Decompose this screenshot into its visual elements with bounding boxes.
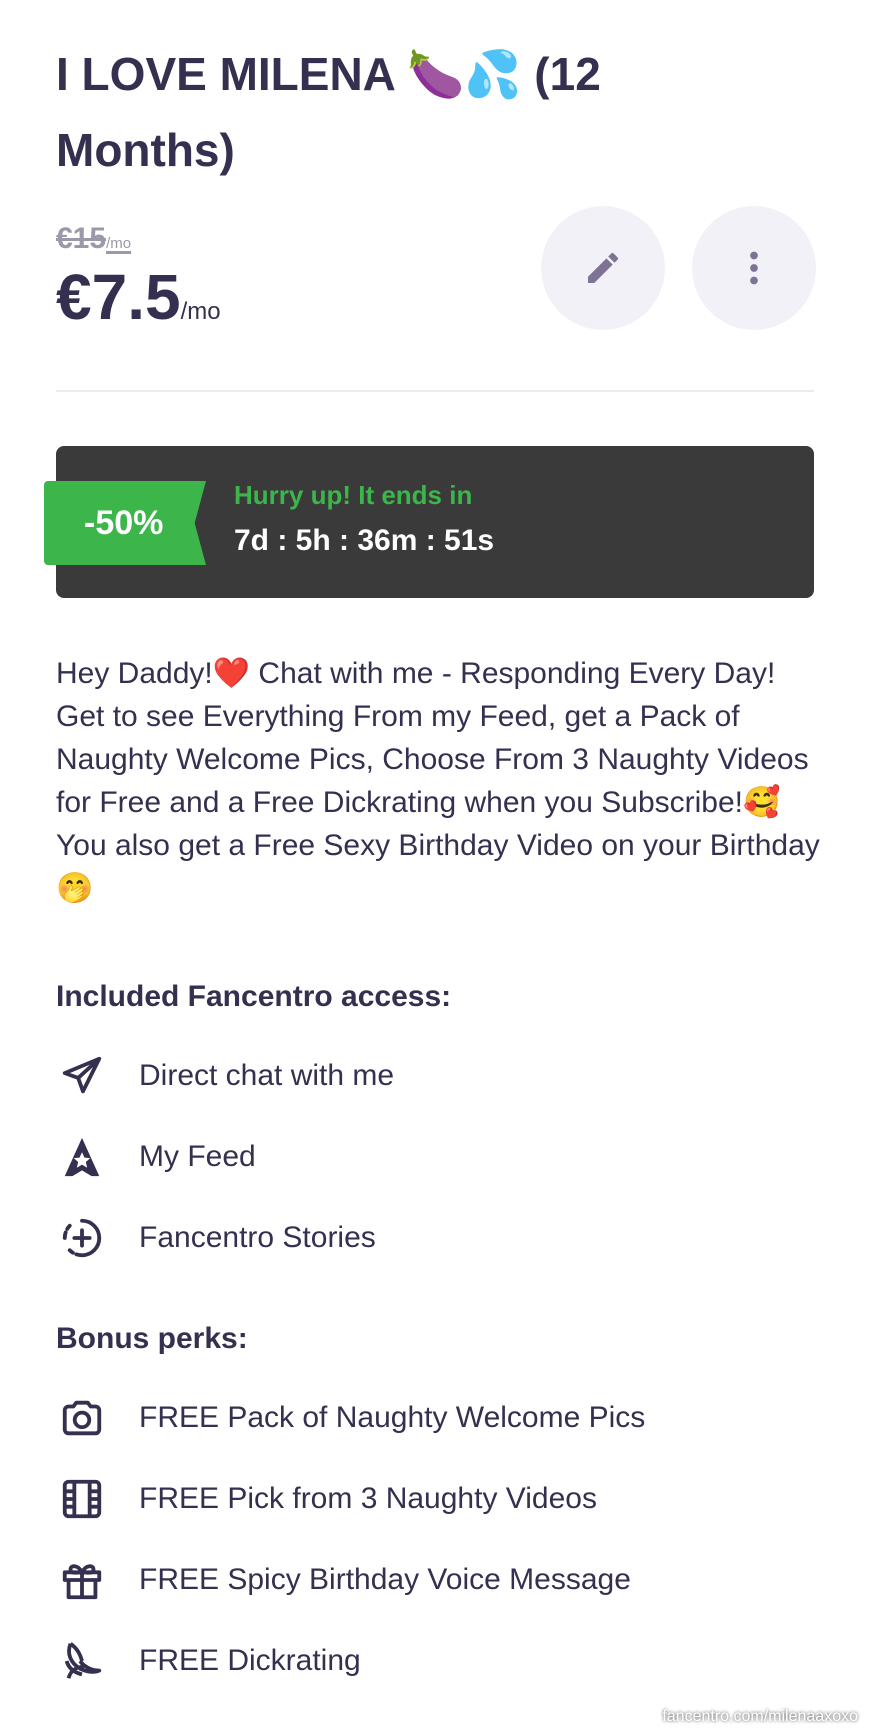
access-item-label: Direct chat with me [139,1059,395,1092]
access-item-label: Fancentro Stories [139,1221,376,1254]
access-item: My Feed [56,1129,256,1185]
camera-icon [56,1392,108,1444]
story-plus-icon [56,1212,108,1264]
pencil-icon [588,252,619,283]
perk-item-label: FREE Pick from 3 Naughty Videos [139,1482,597,1515]
perks-section-title: Bonus perks: [56,1322,248,1355]
banana-icon [56,1635,108,1687]
divider [56,390,814,392]
access-item: Fancentro Stories [56,1210,376,1266]
star-badge-icon [56,1131,108,1183]
original-price-unit: /mo [106,235,132,252]
watermark: fancentro.com/milenaaxoxo [662,1708,858,1725]
paper-plane-icon [56,1050,108,1102]
more-vertical-icon [750,251,758,285]
current-price-value: €7.5 [56,261,181,333]
perk-item-label: FREE Spicy Birthday Voice Message [139,1563,631,1596]
perk-item-label: FREE Dickrating [139,1644,361,1677]
discount-badge: -50% [44,481,206,565]
perk-item: FREE Dickrating [56,1633,361,1689]
perk-item: FREE Pack of Naughty Welcome Pics [56,1390,645,1446]
perk-item-label: FREE Pack of Naughty Welcome Pics [139,1401,646,1434]
promo-countdown: 7d : 5h : 36m : 51s [234,524,495,557]
perk-item: FREE Spicy Birthday Voice Message [56,1552,631,1608]
gift-icon [56,1554,108,1606]
promo-hurry-text: Hurry up! It ends in [234,480,473,510]
film-icon [56,1473,108,1525]
more-options-button[interactable] [692,206,816,330]
access-section-title: Included Fancentro access: [56,980,452,1013]
plan-title: I LOVE MILENA 🍆💦 (12 Months) [56,48,601,176]
original-price-value: €15 [56,222,107,255]
access-item-label: My Feed [139,1140,256,1173]
original-price: €15/mo [56,222,131,256]
perk-item: FREE Pick from 3 Naughty Videos [56,1471,597,1527]
edit-button[interactable] [541,206,665,330]
access-item: Direct chat with me [56,1048,394,1104]
current-price: €7.5/mo [56,262,221,347]
plan-description: Hey Daddy!❤️ Chat with me - Responding E… [56,657,820,905]
current-price-unit: /mo [180,298,221,325]
